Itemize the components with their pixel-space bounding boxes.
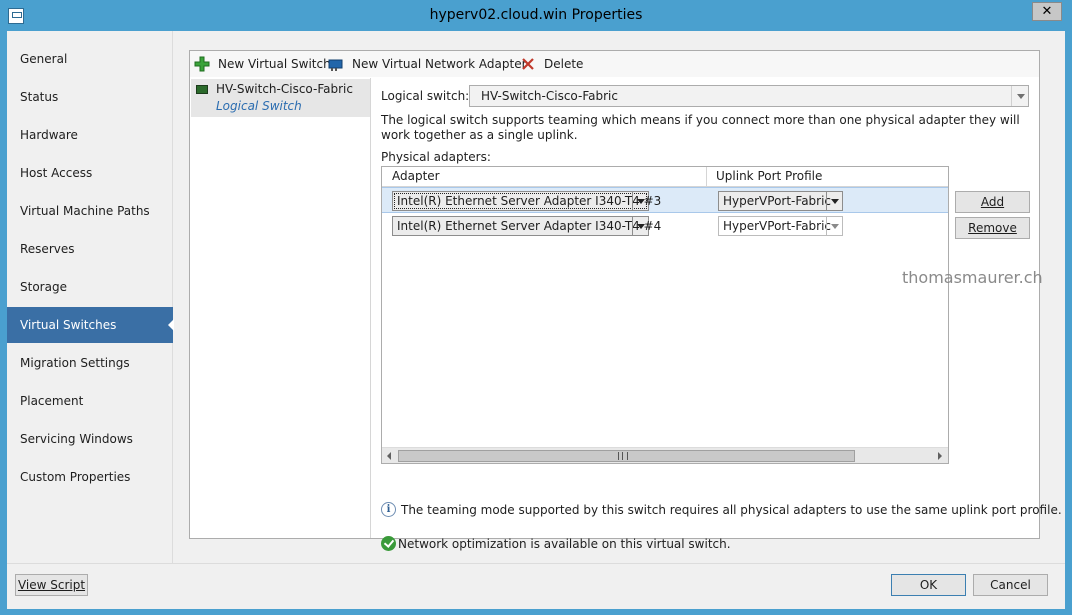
window-title: hyperv02.cloud.win Properties xyxy=(429,7,643,23)
nav-item-reserves[interactable]: Reserves xyxy=(7,231,173,267)
delete-label: Delete xyxy=(544,57,584,71)
column-uplink-port-profile[interactable]: Uplink Port Profile xyxy=(716,169,822,183)
nav-item-placement[interactable]: Placement xyxy=(7,383,173,419)
switch-list: HV-Switch-Cisco-Fabric Logical Switch xyxy=(190,78,371,538)
add-icon xyxy=(194,56,210,72)
column-separator xyxy=(706,167,707,187)
adapter-select[interactable]: Intel(R) Ethernet Server Adapter I340-T4… xyxy=(392,216,661,236)
teaming-mode-info: i The teaming mode supported by this swit… xyxy=(381,502,1062,518)
nav-item-custom-properties[interactable]: Custom Properties xyxy=(7,459,173,495)
new-virtual-network-adapter-label: New Virtual Network Adapter xyxy=(352,57,527,71)
check-icon xyxy=(381,536,396,551)
switch-icon xyxy=(196,85,208,94)
switch-toolbar: New Virtual Switch New Virtual Network A… xyxy=(190,51,1039,77)
delete-button[interactable]: Delete xyxy=(520,54,583,74)
adapter-select[interactable]: Intel(R) Ethernet Server Adapter I340-T4… xyxy=(392,191,661,211)
network-adapter-icon xyxy=(328,56,344,72)
adapter-value: Intel(R) Ethernet Server Adapter I340-T4… xyxy=(397,194,662,208)
uplink-profile-value: HyperVPort-Fabric xyxy=(723,219,832,233)
chevron-down-icon xyxy=(632,217,648,235)
dialog-client-area: General Status Hardware Host Access Virt… xyxy=(7,31,1065,609)
settings-nav: General Status Hardware Host Access Virt… xyxy=(7,31,174,563)
logical-switch-value: HV-Switch-Cisco-Fabric xyxy=(481,89,618,103)
nav-item-hardware[interactable]: Hardware xyxy=(7,117,173,153)
nav-item-general[interactable]: General xyxy=(7,41,173,77)
nav-item-migration-settings[interactable]: Migration Settings xyxy=(7,345,173,381)
table-row[interactable]: Intel(R) Ethernet Server Adapter I340-T4… xyxy=(382,187,948,213)
column-adapter[interactable]: Adapter xyxy=(392,169,440,183)
scroll-thumb[interactable] xyxy=(398,450,855,462)
logical-switch-label: Logical switch: xyxy=(381,89,470,103)
grid-header: Adapter Uplink Port Profile xyxy=(382,167,948,187)
nav-item-storage[interactable]: Storage xyxy=(7,269,173,305)
virtual-switches-panel: New Virtual Switch New Virtual Network A… xyxy=(189,50,1062,551)
horizontal-scrollbar[interactable] xyxy=(382,447,948,463)
chevron-down-icon xyxy=(826,217,842,235)
grip-icon xyxy=(618,452,628,460)
uplink-profile-value: HyperVPort-Fabric xyxy=(723,194,832,208)
ok-button[interactable]: OK xyxy=(891,574,966,596)
chevron-down-icon xyxy=(632,192,648,210)
uplink-profile-select[interactable]: HyperVPort-Fabric xyxy=(718,191,843,211)
remove-adapter-button[interactable]: Remove xyxy=(955,217,1030,239)
view-script-label: View Script xyxy=(17,578,86,592)
chevron-down-icon xyxy=(826,192,842,210)
chevron-down-icon xyxy=(1011,86,1028,106)
info-icon: i xyxy=(381,502,396,517)
switch-type: Logical Switch xyxy=(216,99,302,113)
logical-switch-dropdown[interactable]: HV-Switch-Cisco-Fabric xyxy=(469,85,1029,107)
watermark: thomasmaurer.ch xyxy=(902,268,1043,287)
physical-adapters-grid: Adapter Uplink Port Profile Intel(R) Eth… xyxy=(381,166,949,464)
nav-item-servicing-windows[interactable]: Servicing Windows xyxy=(7,421,173,457)
new-virtual-switch-label: New Virtual Switch xyxy=(218,57,331,71)
nav-item-virtual-switches[interactable]: Virtual Switches xyxy=(7,307,174,343)
scroll-left-icon[interactable] xyxy=(382,448,398,464)
scroll-right-icon[interactable] xyxy=(932,448,948,464)
uplink-profile-select[interactable]: HyperVPort-Fabric xyxy=(718,216,843,236)
title-bar[interactable]: hyperv02.cloud.win Properties ✕ xyxy=(0,0,1072,32)
nav-item-host-access[interactable]: Host Access xyxy=(7,155,173,191)
table-row[interactable]: Intel(R) Ethernet Server Adapter I340-T4… xyxy=(382,213,948,239)
physical-adapters-label: Physical adapters: xyxy=(381,150,491,164)
switch-name: HV-Switch-Cisco-Fabric xyxy=(216,82,353,96)
footer-divider xyxy=(7,563,1065,564)
add-adapter-label: Add xyxy=(980,195,1005,209)
close-button[interactable]: ✕ xyxy=(1032,2,1062,21)
nav-item-virtual-machine-paths[interactable]: Virtual Machine Paths xyxy=(7,193,173,229)
network-optimization-text: Network optimization is available on thi… xyxy=(398,537,731,551)
cancel-button[interactable]: Cancel xyxy=(973,574,1048,596)
teaming-mode-info-text: The teaming mode supported by this switc… xyxy=(401,503,1062,517)
new-virtual-switch-button[interactable]: New Virtual Switch xyxy=(194,54,331,74)
nav-item-status[interactable]: Status xyxy=(7,79,173,115)
network-optimization-status: Network optimization is available on thi… xyxy=(381,536,731,552)
view-script-button[interactable]: View Script xyxy=(15,574,88,596)
properties-window: hyperv02.cloud.win Properties ✕ General … xyxy=(0,0,1072,615)
teaming-description: The logical switch supports teaming whic… xyxy=(381,113,1020,142)
remove-adapter-label: Remove xyxy=(968,221,1017,235)
delete-icon xyxy=(520,56,536,72)
switch-item[interactable]: HV-Switch-Cisco-Fabric Logical Switch xyxy=(191,79,370,117)
new-virtual-network-adapter-button[interactable]: New Virtual Network Adapter xyxy=(328,54,527,74)
adapter-value: Intel(R) Ethernet Server Adapter I340-T4… xyxy=(397,219,662,233)
switch-detail: Logical switch: HV-Switch-Cisco-Fabric T… xyxy=(381,78,1062,551)
add-adapter-button[interactable]: Add xyxy=(955,191,1030,213)
